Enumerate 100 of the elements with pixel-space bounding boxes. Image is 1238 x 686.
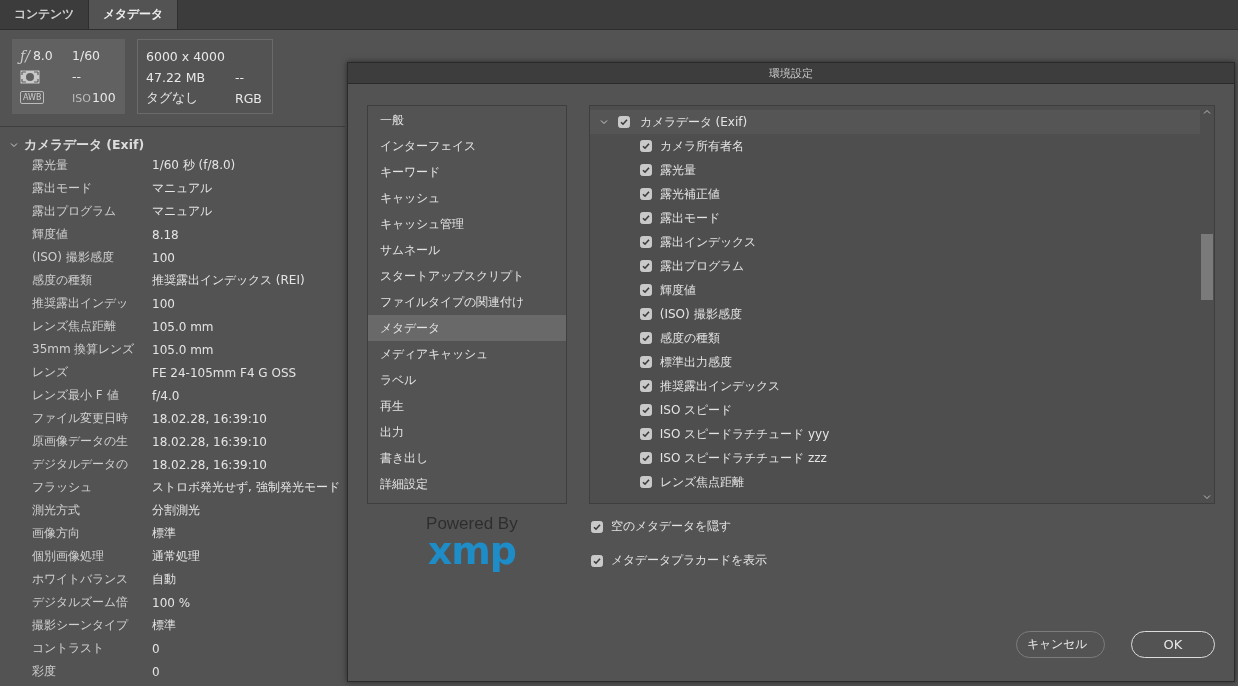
field-label: 画像方向: [32, 525, 81, 542]
category-item[interactable]: キーワード: [368, 159, 566, 185]
field-value: 分割測光: [152, 502, 200, 519]
field-label: ファイル変更日時: [32, 410, 129, 427]
field-label: (ISO) 撮影感度: [659, 305, 742, 323]
awb-badge: AWB: [20, 91, 45, 104]
field-value: FE 24-105mm F4 G OSS: [152, 365, 297, 380]
xmp-logo: xmp: [427, 529, 517, 574]
checkbox[interactable]: [639, 236, 652, 248]
checkbox[interactable]: [639, 164, 652, 176]
field-label: 露光補正値: [659, 185, 720, 203]
field-label: 原画像データの生: [32, 433, 129, 450]
tags-value: タグなし: [146, 90, 199, 107]
checkbox[interactable]: [639, 188, 652, 200]
category-item[interactable]: ラベル: [368, 367, 566, 393]
field-label: 輝度値: [32, 226, 69, 243]
checkbox[interactable]: [639, 260, 652, 272]
checkbox[interactable]: [617, 116, 630, 128]
field-label: 露出プログラム: [659, 257, 744, 275]
category-item[interactable]: インターフェイス: [368, 133, 566, 159]
panel-tab[interactable]: メタデータ: [89, 0, 178, 29]
aperture-value: 8.0: [32, 48, 53, 63]
file-size-value: 47.22 MB: [146, 70, 207, 85]
dimensions-value: 6000 x 4000: [146, 49, 226, 64]
field-label: フラッシュ: [32, 479, 93, 496]
field-value: 0: [152, 641, 160, 656]
field-label: デジタルデータの: [32, 456, 129, 473]
field-value: 18.02.28, 16:39:10: [152, 457, 267, 472]
field-value: 105.0 mm: [152, 342, 214, 357]
checkbox[interactable]: [639, 476, 652, 488]
checkbox[interactable]: [639, 404, 652, 416]
checkbox[interactable]: [639, 380, 652, 392]
checkbox[interactable]: [639, 356, 652, 368]
option-label: 空のメタデータを隠す: [610, 518, 731, 535]
scrollbar-thumb[interactable]: [1201, 234, 1213, 300]
checkbox[interactable]: [639, 212, 652, 224]
group-label: カメラデータ (Exif): [639, 113, 748, 131]
field-value: 通常処理: [152, 548, 200, 565]
category-item[interactable]: キャッシュ管理: [368, 211, 566, 237]
field-value: マニュアル: [152, 203, 212, 220]
checkbox[interactable]: [639, 332, 652, 344]
field-label: 輝度値: [659, 281, 696, 299]
field-label: レンズ最小 F 値: [32, 387, 120, 404]
field-value: 100 %: [152, 595, 191, 610]
field-label: レンズ焦点距離: [659, 473, 744, 491]
shutter-value: 1/60: [72, 48, 101, 63]
field-label: 露出インデックス: [659, 233, 756, 251]
category-item[interactable]: 詳細設定: [368, 471, 566, 497]
field-value: 標準: [152, 617, 176, 634]
category-item[interactable]: サムネール: [368, 237, 566, 263]
placard-value: --: [235, 70, 246, 85]
field-label: 彩度: [32, 663, 57, 680]
field-value: f/4.0: [152, 388, 180, 403]
checkbox[interactable]: [639, 428, 652, 440]
category-item[interactable]: 再生: [368, 393, 566, 419]
field-value: 0: [152, 664, 160, 679]
iso-label: ISO: [72, 92, 91, 105]
section-title: カメラデータ (Exif): [24, 136, 145, 154]
field-label: 標準出力感度: [659, 353, 732, 371]
checkbox[interactable]: [639, 452, 652, 464]
field-value: 標準: [152, 525, 176, 542]
checkbox[interactable]: [639, 140, 652, 152]
category-item[interactable]: 書き出し: [368, 445, 566, 471]
checkbox[interactable]: [639, 284, 652, 296]
field-label: ISO スピードラチチュード zzz: [659, 449, 827, 467]
field-label: レンズ焦点距離: [32, 318, 117, 335]
checkbox[interactable]: [590, 520, 603, 533]
category-item[interactable]: キャッシュ: [368, 185, 566, 211]
field-value: 18.02.28, 16:39:10: [152, 411, 267, 426]
metering-value: --: [72, 69, 82, 84]
field-label: 露光量: [32, 157, 69, 174]
field-label: ISO スピード: [659, 401, 733, 419]
checkbox[interactable]: [590, 554, 603, 567]
field-label: (ISO) 撮影感度: [32, 249, 115, 266]
checkbox[interactable]: [639, 308, 652, 320]
category-item[interactable]: スタートアップスクリプト: [368, 263, 566, 289]
field-label: 35mm 換算レンズ: [32, 341, 136, 358]
field-value: 自動: [152, 571, 176, 588]
category-item[interactable]: 一般: [368, 107, 566, 133]
category-item[interactable]: ファイルタイプの関連付け: [368, 289, 566, 315]
field-label: レンズ: [32, 364, 69, 381]
field-label: コントラスト: [32, 640, 105, 657]
field-label: 感度の種類: [659, 329, 720, 347]
category-item[interactable]: メディアキャッシュ: [368, 341, 566, 367]
field-label: カメラ所有者名: [659, 137, 744, 155]
field-label: 測光方式: [32, 502, 81, 519]
field-label: デジタルズーム倍: [32, 594, 129, 611]
field-label: 露光量: [659, 161, 696, 179]
field-label: 感度の種類: [32, 272, 93, 289]
field-label: 露出モード: [32, 180, 93, 197]
field-label: 推奨露出インデッ: [32, 295, 129, 312]
field-label: 露出プログラム: [32, 203, 117, 220]
field-label: ISO スピードラチチュード yyy: [659, 425, 830, 443]
category-item[interactable]: メタデータ: [368, 315, 566, 341]
category-item[interactable]: 出力: [368, 419, 566, 445]
field-value: 18.02.28, 16:39:10: [152, 434, 267, 449]
field-value: 推奨露出インデックス (REI): [152, 272, 305, 289]
field-label: 露出モード: [659, 209, 720, 227]
field-value: 1/60 秒 (f/8.0): [152, 157, 236, 174]
field-label: 推奨露出インデックス: [659, 377, 780, 395]
